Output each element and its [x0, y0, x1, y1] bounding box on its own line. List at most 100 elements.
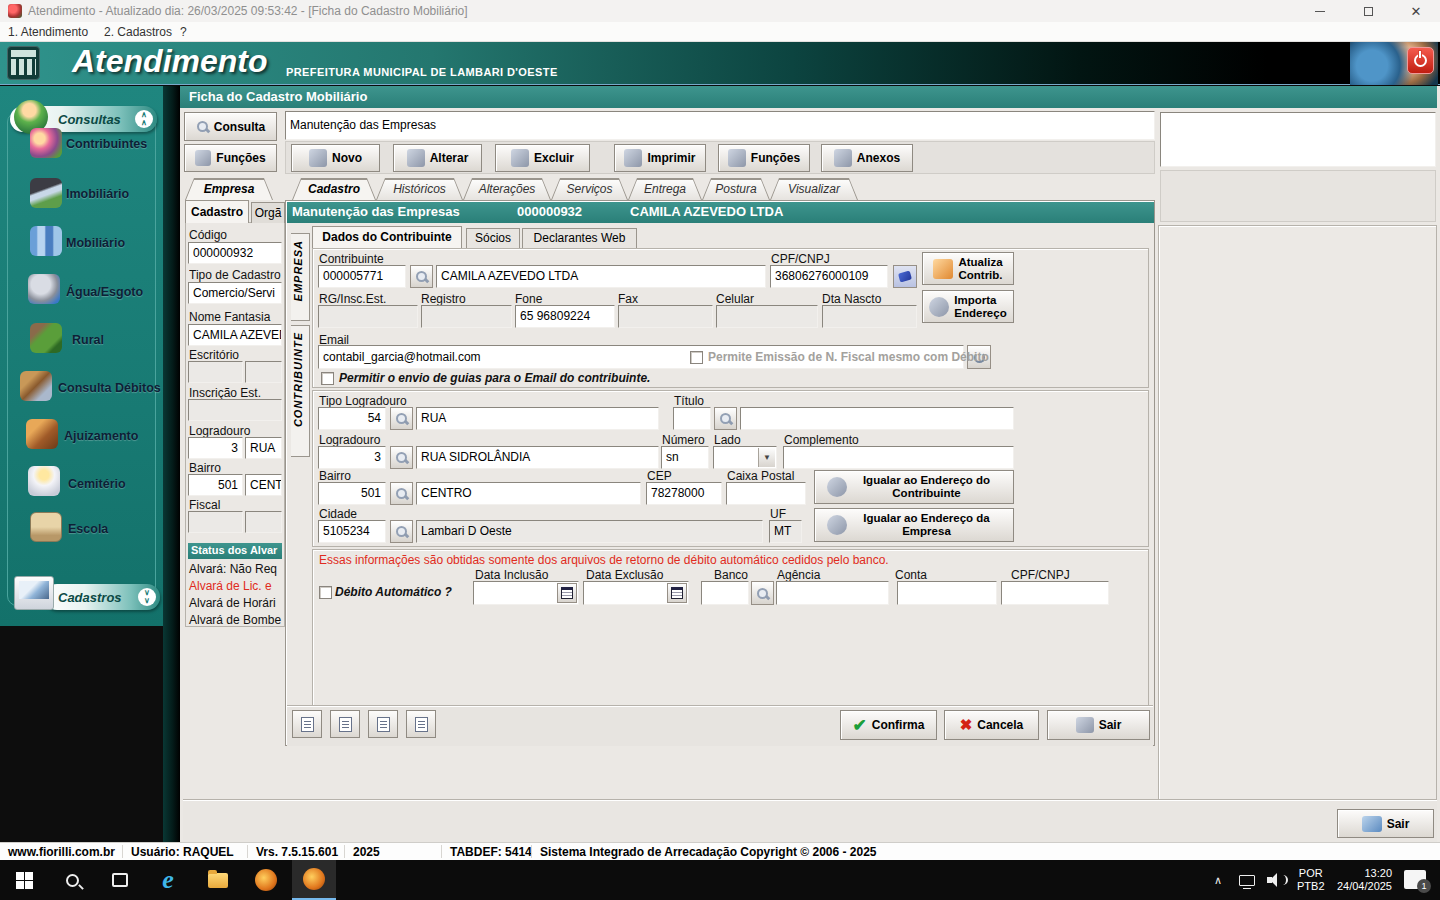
menu-help[interactable]: ? [180, 25, 187, 39]
cemiterio-icon[interactable] [28, 466, 60, 496]
logradouro-search[interactable] [390, 446, 413, 469]
file-explorer-icon[interactable] [196, 860, 240, 900]
side-tab-empresa[interactable]: EMPRESA [291, 233, 310, 321]
fiscal-field-1[interactable] [188, 511, 243, 533]
sidebar-item-ajuizamento[interactable]: Ajuizamento [64, 429, 138, 443]
bairro-num-field2[interactable]: 501 [318, 482, 386, 505]
escritorio-field-1[interactable] [188, 361, 243, 383]
tab-cadastro[interactable]: Cadastro [292, 178, 376, 200]
tab-visualizar[interactable]: Visualizar [770, 178, 858, 200]
menu-atendimento[interactable]: 1. Atendimento [8, 25, 88, 39]
close-button[interactable]: ✕ [1394, 0, 1438, 22]
tipo-cadastro-field[interactable]: Comercio/Servi [188, 282, 282, 304]
app-icon-1[interactable] [244, 860, 288, 900]
tab-dados-contribuinte[interactable]: Dados do Contribuinte [312, 226, 462, 248]
consulta-debitos-icon[interactable] [20, 371, 52, 401]
chevron-up-icon[interactable]: ∧∧ [135, 110, 153, 128]
banco-field[interactable] [701, 581, 749, 605]
registro-field[interactable] [421, 305, 512, 328]
power-button[interactable] [1407, 47, 1434, 74]
cancela-button[interactable]: ✖Cancela [944, 710, 1039, 740]
tab-declarantes[interactable]: Declarantes Web [522, 228, 637, 248]
nav-next-button[interactable] [368, 710, 398, 738]
cidade-field[interactable]: Lambari D Oeste [416, 520, 763, 543]
taskbar-search-icon[interactable] [50, 860, 94, 900]
cep-field[interactable]: 78278000 [646, 482, 722, 505]
volume-icon[interactable] [1261, 860, 1291, 900]
nome-fantasia-field[interactable]: CAMILA AZEVED [188, 324, 282, 346]
form-sair-button[interactable]: Sair [1047, 710, 1150, 740]
imobiliario-icon[interactable] [30, 178, 62, 208]
nav-last-button[interactable] [406, 710, 436, 738]
cidade-search[interactable] [390, 520, 413, 543]
cidade-num-field[interactable]: 5105234 [318, 520, 386, 543]
tab-socios[interactable]: Sócios [466, 228, 520, 248]
logradouro-field[interactable]: RUA [245, 437, 282, 459]
action-center-icon[interactable]: 1 [1404, 870, 1426, 889]
titulo-num-field[interactable] [673, 407, 711, 430]
escritorio-field-2[interactable] [245, 361, 282, 383]
data-inclusao-field[interactable] [473, 581, 579, 605]
tipo-logradouro-num-field[interactable]: 54 [318, 407, 386, 430]
sidebar-item-imobiliario[interactable]: Imobiliário [66, 187, 129, 201]
bairro-field2[interactable]: CENTRO [416, 482, 641, 505]
sidebar-item-consulta-debitos[interactable]: Consulta Débitos [58, 381, 161, 395]
clock[interactable]: 13:2024/04/2025 [1330, 867, 1392, 893]
numero-field[interactable]: sn [661, 446, 709, 469]
side-tab-contribuinte[interactable]: CONTRIBUINTE [291, 325, 310, 457]
contribuinte-search-button[interactable] [410, 265, 433, 288]
igualar-empresa-button[interactable]: Igualar ao Endereço da Empresa [814, 508, 1014, 542]
fiscal-field-2[interactable] [245, 511, 282, 533]
side-tab-orgao[interactable]: Orgã [251, 202, 285, 223]
tab-entrega[interactable]: Entrega [628, 178, 702, 200]
cadastros-icon[interactable] [14, 576, 54, 610]
escola-icon[interactable] [30, 512, 62, 542]
cpf-field[interactable]: 36806276000109 [770, 265, 888, 288]
titulo-search[interactable] [714, 407, 737, 430]
sidebar-item-cemiterio[interactable]: Cemitério [68, 477, 126, 491]
consulta-button[interactable]: Consulta [184, 112, 277, 141]
logradouro-field2[interactable]: RUA SIDROLÂNDIA [416, 446, 659, 469]
nav-first-button[interactable] [292, 710, 322, 738]
nav-prev-button[interactable] [330, 710, 360, 738]
maximize-button[interactable] [1346, 0, 1390, 22]
sidebar-item-rural[interactable]: Rural [72, 333, 104, 347]
igualar-contribuinte-button[interactable]: Igualar ao Endereço do Contribuinte [814, 470, 1014, 504]
confirma-button[interactable]: ✔Confirma [840, 710, 937, 740]
conta-field[interactable] [897, 581, 997, 605]
fone-field[interactable]: 65 96809224 [515, 305, 615, 328]
inscricao-field[interactable] [188, 399, 282, 421]
language-indicator[interactable]: PORPTB2 [1297, 867, 1325, 893]
debito-cpf-field[interactable] [1001, 581, 1109, 605]
debito-checkbox[interactable] [319, 586, 332, 599]
calendar-icon[interactable] [557, 583, 577, 603]
app-icon-2-active[interactable] [292, 860, 336, 900]
sidebar-item-mobiliario[interactable]: Mobiliário [66, 236, 125, 250]
tab-historicos[interactable]: Históricos [376, 178, 463, 200]
side-tab-cadastro[interactable]: Cadastro [185, 200, 249, 223]
tab-postura[interactable]: Postura [702, 178, 770, 200]
permite-emissao-checkbox[interactable] [690, 351, 703, 364]
atualiza-contrib-button[interactable]: AtualizaContrib. [922, 252, 1014, 285]
ajuizamento-icon[interactable] [26, 419, 58, 449]
page-sair-button[interactable]: Sair [1337, 809, 1434, 838]
funcoes-button[interactable]: Funções [184, 144, 277, 172]
complemento-field[interactable] [783, 446, 1014, 469]
contribuinte-name-field[interactable]: CAMILA AZEVEDO LTDA [436, 265, 766, 288]
sidebar-item-agua-esgoto[interactable]: Água/Esgoto [66, 285, 143, 299]
tab-empresa[interactable]: Empresa [185, 178, 273, 200]
tray-chevron-icon[interactable]: ∧ [1205, 860, 1231, 900]
data-exclusao-field[interactable] [583, 581, 689, 605]
minimize-button[interactable] [1298, 0, 1342, 22]
rural-icon[interactable] [30, 323, 62, 353]
tipo-logradouro-field[interactable]: RUA [416, 407, 659, 430]
bairro-search[interactable] [390, 482, 413, 505]
sidebar-group-cadastros[interactable]: Cadastros ∨∨ [44, 584, 160, 610]
permitir-envio-checkbox[interactable] [321, 372, 334, 385]
tab-alteracoes[interactable]: Alterações [463, 178, 551, 200]
network-icon[interactable] [1233, 860, 1261, 900]
excluir-button[interactable]: Excluir [495, 144, 590, 172]
contribuintes-icon[interactable] [30, 128, 62, 158]
dtanascto-field[interactable] [822, 305, 917, 328]
fax-field[interactable] [618, 305, 713, 328]
